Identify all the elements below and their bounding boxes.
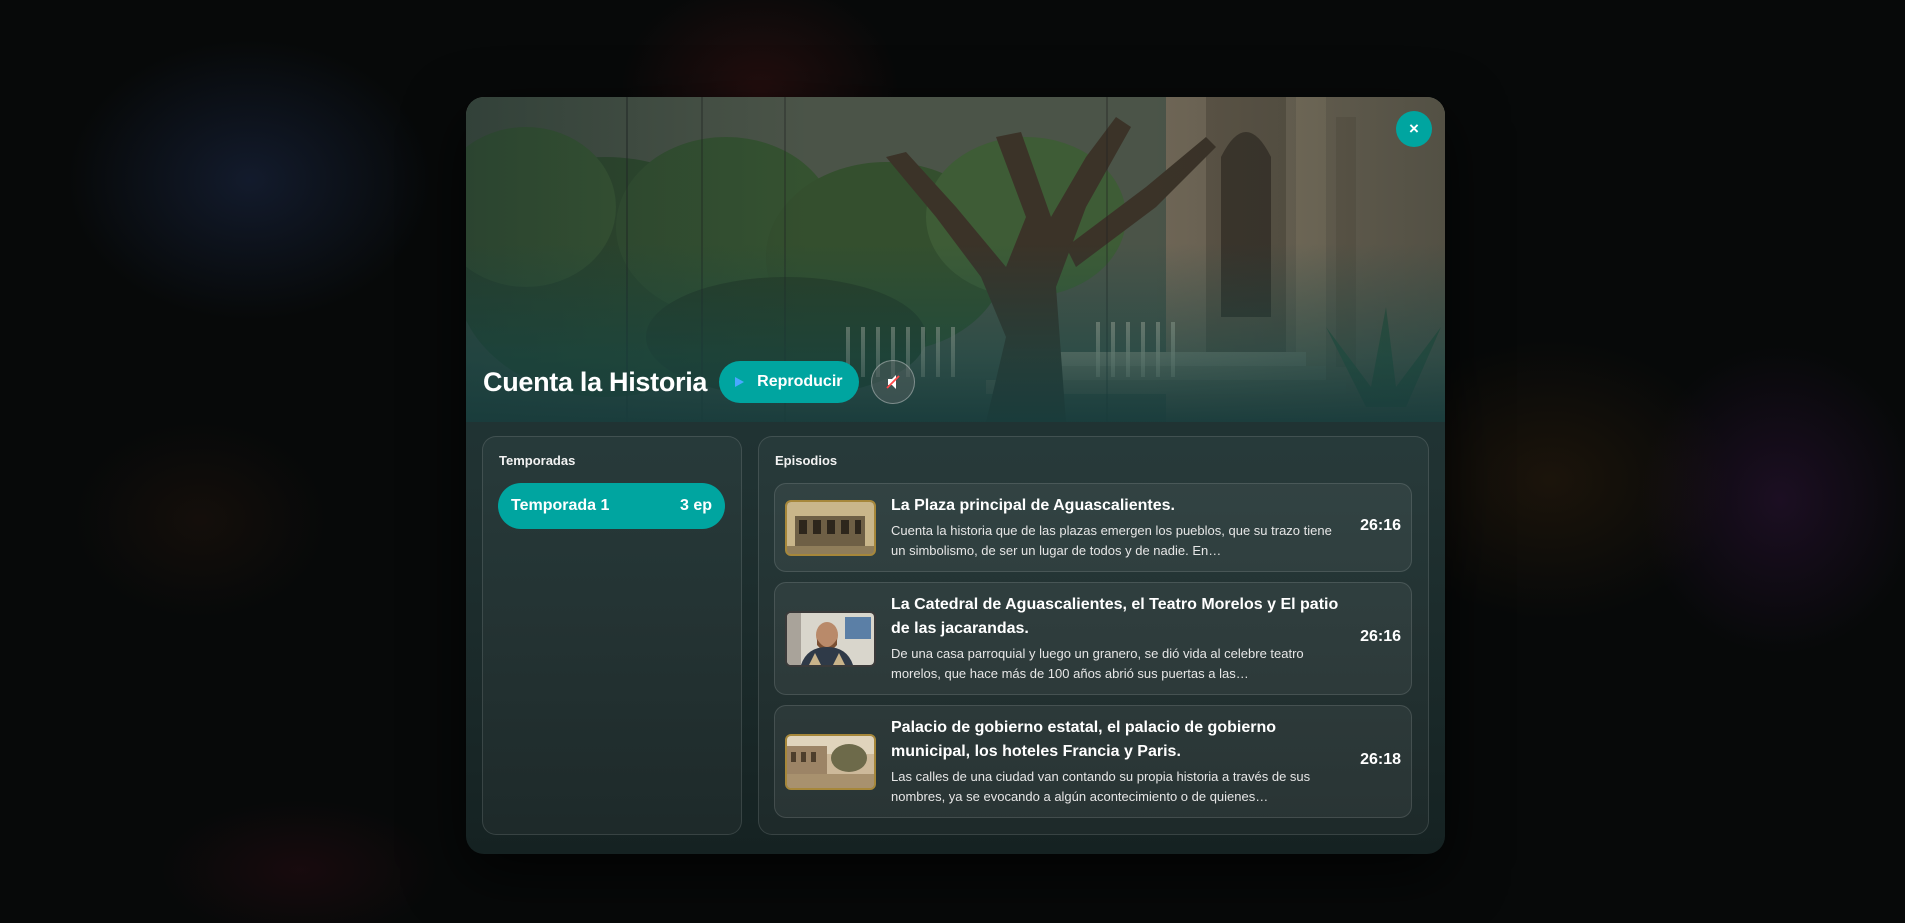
episode-duration: 26:16 (1360, 628, 1401, 645)
episode-duration: 26:18 (1360, 751, 1401, 768)
episodes-panel: Episodios La Plaza principal de Aguascal… (758, 436, 1429, 835)
seasons-panel: Temporadas Temporada 1 3 ep (482, 436, 742, 835)
episode-title: La Catedral de Aguascalientes, el Teatro… (891, 596, 1339, 637)
episode-item[interactable]: La Catedral de Aguascalientes, el Teatro… (774, 582, 1412, 695)
close-icon: × (1409, 119, 1419, 138)
title-row: Cuenta la Historia Reproducir (483, 359, 915, 405)
episode-description: Cuenta la historia que de las plazas eme… (891, 523, 1332, 558)
season-episode-count: 3 ep (679, 497, 712, 514)
episode-text: Palacio de gobierno estatal, el palacio … (891, 716, 1341, 807)
show-detail-modal: × Cuenta la Historia Reproducir Temporad… (466, 97, 1445, 854)
episode-description: Las calles de una ciudad van contando su… (891, 769, 1311, 804)
season-item-1[interactable]: Temporada 1 3 ep (498, 483, 725, 529)
episode-title: La Plaza principal de Aguascalientes. (891, 497, 1175, 514)
seasons-heading: Temporadas (499, 453, 576, 468)
mute-button[interactable] (870, 360, 915, 404)
play-button-label: Reproducir (757, 373, 843, 390)
show-title: Cuenta la Historia (483, 366, 708, 397)
episode-thumbnail (785, 611, 876, 667)
season-label: Temporada 1 (511, 497, 610, 514)
episodes-heading: Episodios (775, 453, 838, 468)
close-button[interactable]: × (1396, 111, 1432, 147)
episode-item[interactable]: La Plaza principal de Aguascalientes. Cu… (774, 483, 1412, 572)
episode-text: La Plaza principal de Aguascalientes. Cu… (891, 494, 1341, 561)
episode-text: La Catedral de Aguascalientes, el Teatro… (891, 593, 1341, 684)
play-icon (735, 377, 745, 387)
episode-thumbnail (785, 500, 876, 556)
episode-title: Palacio de gobierno estatal, el palacio … (891, 719, 1276, 760)
play-button[interactable]: Reproducir (719, 361, 859, 403)
episode-thumbnail (785, 734, 876, 790)
episode-description: De una casa parroquial y luego un graner… (891, 646, 1304, 681)
episode-duration: 26:16 (1360, 517, 1401, 534)
speaker-muted-icon (885, 375, 900, 389)
episode-item[interactable]: Palacio de gobierno estatal, el palacio … (774, 705, 1412, 818)
